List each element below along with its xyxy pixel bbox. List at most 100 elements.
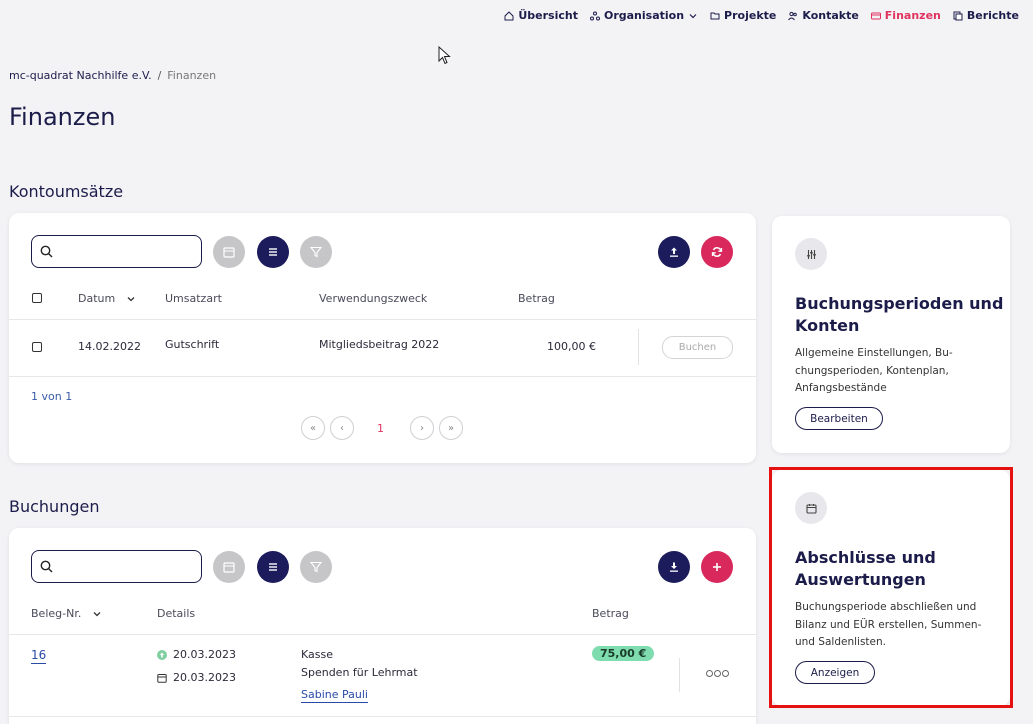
finance-icon bbox=[870, 12, 881, 19]
nav-label: Projekte bbox=[724, 9, 777, 22]
side-card-buchungsperioden: Buchungsperioden und Konten Allgemeine E… bbox=[772, 216, 1010, 453]
more-options-icon[interactable] bbox=[706, 670, 729, 677]
list-view-button[interactable] bbox=[257, 551, 289, 583]
page-title: Finanzen bbox=[9, 103, 116, 131]
buchungen-search-input[interactable] bbox=[60, 557, 195, 577]
pagination-current-page[interactable]: 1 bbox=[377, 422, 384, 435]
cell-datum: 14.02.2022 bbox=[78, 340, 141, 353]
nav-item-uebersicht[interactable]: Übersicht bbox=[504, 9, 578, 22]
cell-konto: Kasse bbox=[301, 648, 333, 661]
chevron-down-icon[interactable] bbox=[92, 609, 102, 619]
cell-booked-date: 20.03.2023 bbox=[173, 648, 236, 661]
calendar-icon bbox=[223, 247, 235, 258]
buchungen-search bbox=[31, 550, 202, 583]
folder-icon bbox=[710, 12, 720, 19]
calendar-icon bbox=[223, 562, 235, 573]
filter-icon bbox=[310, 246, 322, 258]
beleg-number-link[interactable]: 16 bbox=[31, 648, 47, 664]
chevron-down-icon bbox=[689, 13, 697, 18]
side-card-text-line: chungsperioden, Kontenplan, bbox=[795, 364, 949, 377]
amount-badge: 75,00 € bbox=[592, 646, 655, 661]
select-all-checkbox[interactable] bbox=[32, 293, 42, 303]
filter-button[interactable] bbox=[300, 551, 332, 583]
chevron-down-icon[interactable] bbox=[126, 294, 136, 304]
side-card-title: Buchungsperioden und Konten bbox=[795, 293, 1003, 337]
section-title-kontoumsaetze: Kontoumsätze bbox=[9, 182, 124, 201]
column-header-beleg[interactable]: Beleg-Nr. bbox=[31, 607, 81, 620]
contacts-icon bbox=[788, 11, 798, 20]
nav-label: Kontakte bbox=[802, 9, 859, 22]
filter-icon bbox=[310, 561, 322, 573]
buchen-button[interactable]: Buchen bbox=[662, 336, 733, 359]
nav-label: Organisation bbox=[603, 9, 685, 22]
kontoumsaetze-search bbox=[31, 235, 202, 268]
upload-icon bbox=[670, 247, 678, 257]
add-booking-button[interactable] bbox=[701, 551, 733, 583]
calendar-filter-button[interactable] bbox=[213, 551, 245, 583]
search-icon bbox=[40, 560, 53, 573]
divider bbox=[9, 634, 756, 635]
side-card-title-line: Konten bbox=[795, 316, 860, 335]
column-header-datum[interactable]: Datum bbox=[78, 292, 115, 305]
nav-item-finanzen[interactable]: Finanzen bbox=[870, 9, 941, 22]
bearbeiten-button[interactable]: Bearbeiten bbox=[795, 407, 883, 430]
pagination-next-button[interactable]: › bbox=[410, 416, 434, 440]
column-header-verwendungszweck: Verwendungszweck bbox=[319, 292, 428, 305]
cell-betrag: 100,00 € bbox=[547, 340, 596, 353]
home-icon bbox=[504, 10, 514, 20]
divider bbox=[9, 319, 756, 320]
pagination-first-button[interactable]: « bbox=[301, 416, 325, 440]
column-header-betrag: Betrag bbox=[518, 292, 555, 305]
plus-icon bbox=[713, 563, 721, 571]
side-card-title-line: Buchungsperioden und bbox=[795, 294, 1004, 313]
upload-button[interactable] bbox=[658, 236, 690, 268]
person-link[interactable]: Sabine Pauli bbox=[301, 688, 368, 703]
nav-label: Finanzen bbox=[884, 9, 941, 22]
list-view-button[interactable] bbox=[257, 236, 289, 268]
cell-verwendungszweck: Mitgliedsbeitrag 2022 bbox=[319, 338, 440, 351]
list-icon bbox=[269, 248, 277, 256]
section-title-buchungen: Buchungen bbox=[9, 497, 100, 516]
top-navigation: Übersicht Organisation Projekte Kontakte… bbox=[504, 9, 1019, 22]
calendar-icon bbox=[157, 674, 167, 683]
divider bbox=[9, 716, 756, 717]
download-button[interactable] bbox=[658, 551, 690, 583]
divider bbox=[679, 658, 680, 692]
mouse-cursor-icon bbox=[438, 46, 451, 65]
refresh-button[interactable] bbox=[701, 236, 733, 268]
divider bbox=[9, 376, 756, 377]
nav-label: Berichte bbox=[966, 9, 1019, 22]
column-header-betrag: Betrag bbox=[592, 607, 629, 620]
kontoumsaetze-card: Datum Umsatzart Verwendungszweck Betrag … bbox=[9, 213, 756, 463]
buchungen-card: Beleg-Nr. Details Betrag 16 20.03.2023 2… bbox=[9, 528, 756, 724]
breadcrumb-current: Finanzen bbox=[167, 69, 217, 82]
row-checkbox[interactable] bbox=[32, 342, 42, 352]
booked-date-icon bbox=[157, 650, 167, 660]
side-card-text-line: Allgemeine Einstellungen, Bu- bbox=[795, 347, 953, 359]
filter-button[interactable] bbox=[300, 236, 332, 268]
column-header-details: Details bbox=[157, 607, 196, 620]
side-card-description: Allgemeine Einstellungen, Bu- chungsperi… bbox=[795, 345, 953, 398]
divider bbox=[638, 329, 639, 365]
column-header-umsatzart: Umsatzart bbox=[165, 292, 222, 305]
kontoumsaetze-search-input[interactable] bbox=[60, 242, 195, 262]
sliders-icon bbox=[795, 238, 827, 270]
breadcrumb-separator: / bbox=[157, 69, 162, 82]
nav-label: Übersicht bbox=[518, 9, 578, 22]
cell-verwendungszweck: Spenden für Lehrmat bbox=[301, 666, 418, 679]
nav-item-berichte[interactable]: Berichte bbox=[953, 9, 1019, 22]
pagination-prev-button[interactable]: ‹ bbox=[330, 416, 354, 440]
cell-umsatzart: Gutschrift bbox=[165, 338, 220, 351]
breadcrumb-org-link[interactable]: mc-quadrat Nachhilfe e.V. bbox=[9, 69, 152, 82]
nav-item-projekte[interactable]: Projekte bbox=[710, 9, 776, 22]
pagination-summary: 1 von 1 bbox=[31, 390, 73, 403]
organisation-icon bbox=[589, 11, 600, 20]
list-icon bbox=[269, 563, 277, 571]
pagination-last-button[interactable]: » bbox=[439, 416, 463, 440]
refresh-icon bbox=[711, 247, 723, 257]
cell-document-date: 20.03.2023 bbox=[173, 671, 236, 684]
download-icon bbox=[670, 562, 678, 572]
calendar-filter-button[interactable] bbox=[213, 236, 245, 268]
nav-item-kontakte[interactable]: Kontakte bbox=[788, 9, 859, 22]
nav-item-organisation[interactable]: Organisation bbox=[589, 9, 698, 22]
